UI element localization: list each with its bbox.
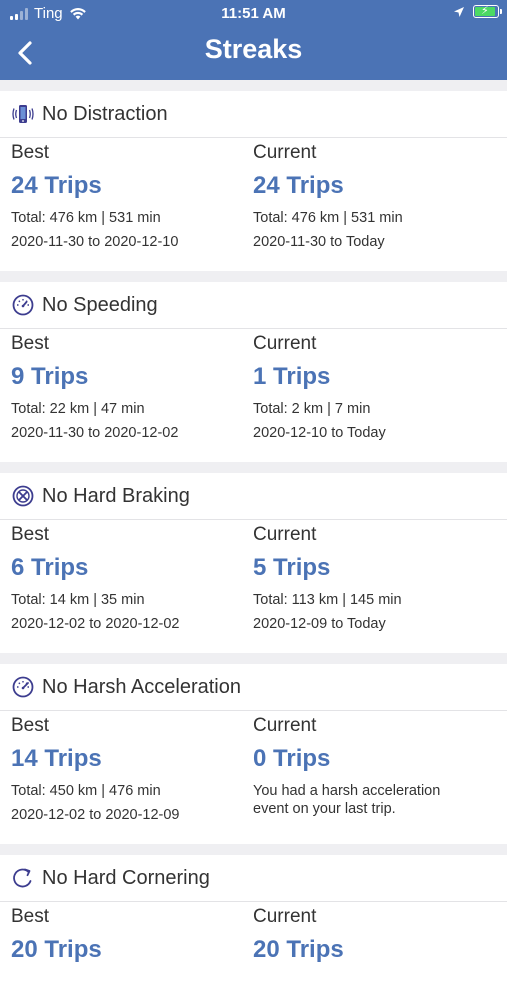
streak-body: Best 6 Trips Total: 14 km | 35 min 2020-…	[0, 520, 507, 653]
best-trips: 9 Trips	[11, 363, 89, 390]
acceleration-icon	[11, 675, 35, 699]
streak-body: Best 14 Trips Total: 450 km | 476 min 20…	[0, 711, 507, 844]
streak-body: Best 20 Trips Current 20 Trips	[0, 902, 507, 987]
current-trips: 1 Trips	[253, 363, 331, 390]
current-trips: 0 Trips	[253, 745, 331, 772]
best-total: Total: 14 km | 35 min	[11, 592, 145, 608]
section-separator	[0, 80, 507, 91]
streak-title: No Harsh Acceleration	[42, 675, 241, 698]
streak-card-no-harsh-acceleration: No Harsh Acceleration Best 14 Trips Tota…	[0, 664, 507, 844]
streaks-list: No Distraction Best 24 Trips Total: 476 …	[0, 80, 507, 987]
status-time: 11:51 AM	[221, 5, 286, 22]
best-column: Best 6 Trips Total: 14 km | 35 min 2020-…	[0, 522, 253, 636]
streak-title: No Distraction	[42, 102, 168, 125]
streak-card-no-hard-cornering: No Hard Cornering Best 20 Trips Current …	[0, 855, 507, 987]
best-total: Total: 22 km | 47 min	[11, 401, 145, 417]
current-trips: 5 Trips	[253, 554, 331, 581]
best-total: Total: 476 km | 531 min	[11, 210, 161, 226]
best-column: Best 9 Trips Total: 22 km | 47 min 2020-…	[0, 331, 253, 445]
streak-header: No Harsh Acceleration	[0, 664, 507, 711]
best-label: Best	[11, 715, 50, 736]
current-total: Total: 2 km | 7 min	[253, 401, 371, 417]
current-label: Current	[253, 524, 317, 545]
best-column: Best 24 Trips Total: 476 km | 531 min 20…	[0, 140, 253, 254]
location-arrow-icon	[454, 6, 464, 17]
battery-charging-icon: ⚡	[473, 5, 502, 18]
streak-header: No Speeding	[0, 282, 507, 329]
status-right: ⚡	[453, 5, 502, 18]
current-total: Total: 476 km | 531 min	[253, 210, 403, 226]
section-separator	[0, 271, 507, 282]
current-trips: 24 Trips	[253, 172, 344, 199]
best-column: Best 14 Trips Total: 450 km | 476 min 20…	[0, 713, 253, 827]
page-title: Streaks	[204, 34, 303, 64]
app-header: Ting 11:51 AM ⚡ Streaks	[0, 0, 507, 80]
current-label: Current	[253, 715, 317, 736]
streak-title: No Speeding	[42, 293, 158, 316]
streak-header: No Hard Cornering	[0, 855, 507, 902]
best-trips: 24 Trips	[11, 172, 102, 199]
current-trips: 20 Trips	[253, 936, 344, 963]
current-date-range: 2020-12-09 to Today	[253, 616, 386, 632]
streak-card-no-hard-braking: No Hard Braking Best 6 Trips Total: 14 k…	[0, 473, 507, 653]
best-trips: 6 Trips	[11, 554, 89, 581]
best-label: Best	[11, 906, 50, 927]
best-label: Best	[11, 142, 50, 163]
current-column: Current 5 Trips Total: 113 km | 145 min …	[253, 522, 506, 636]
current-total: Total: 113 km | 145 min	[253, 592, 402, 608]
nav-bar: Streaks	[0, 28, 507, 80]
streak-card-no-distraction: No Distraction Best 24 Trips Total: 476 …	[0, 91, 507, 271]
streak-title: No Hard Cornering	[42, 866, 210, 889]
streak-title: No Hard Braking	[42, 484, 190, 507]
best-label: Best	[11, 333, 50, 354]
best-date-range: 2020-11-30 to 2020-12-02	[11, 425, 179, 441]
streak-body: Best 9 Trips Total: 22 km | 47 min 2020-…	[0, 329, 507, 462]
current-label: Current	[253, 142, 317, 163]
best-column: Best 20 Trips	[0, 904, 253, 970]
section-separator	[0, 844, 507, 855]
current-date-range: 2020-11-30 to Today	[253, 234, 385, 250]
current-column: Current 1 Trips Total: 2 km | 7 min 2020…	[253, 331, 506, 445]
brake-icon	[11, 484, 35, 508]
current-event-note: You had a harsh acceleration event on yo…	[253, 783, 441, 817]
streak-header: No Hard Braking	[0, 473, 507, 520]
best-date-range: 2020-11-30 to 2020-12-10	[11, 234, 179, 250]
current-column: Current 20 Trips	[253, 904, 506, 970]
best-date-range: 2020-12-02 to 2020-12-09	[11, 807, 180, 823]
current-date-range: 2020-12-10 to Today	[253, 425, 386, 441]
best-label: Best	[11, 524, 50, 545]
current-column: Current 24 Trips Total: 476 km | 531 min…	[253, 140, 506, 254]
section-separator	[0, 462, 507, 473]
section-separator	[0, 653, 507, 664]
best-total: Total: 450 km | 476 min	[11, 783, 161, 799]
current-label: Current	[253, 333, 317, 354]
current-label: Current	[253, 906, 317, 927]
best-trips: 20 Trips	[11, 936, 102, 963]
current-column: Current 0 Trips You had a harsh accelera…	[253, 713, 506, 827]
streak-header: No Distraction	[0, 91, 507, 138]
best-trips: 14 Trips	[11, 745, 102, 772]
speedometer-icon	[11, 293, 35, 317]
best-date-range: 2020-12-02 to 2020-12-02	[11, 616, 180, 632]
cornering-icon	[11, 866, 35, 890]
streak-body: Best 24 Trips Total: 476 km | 531 min 20…	[0, 138, 507, 271]
phone-vibrate-icon	[11, 102, 35, 126]
status-bar: Ting 11:51 AM ⚡	[0, 0, 507, 28]
streak-card-no-speeding: No Speeding Best 9 Trips Total: 22 km | …	[0, 282, 507, 462]
